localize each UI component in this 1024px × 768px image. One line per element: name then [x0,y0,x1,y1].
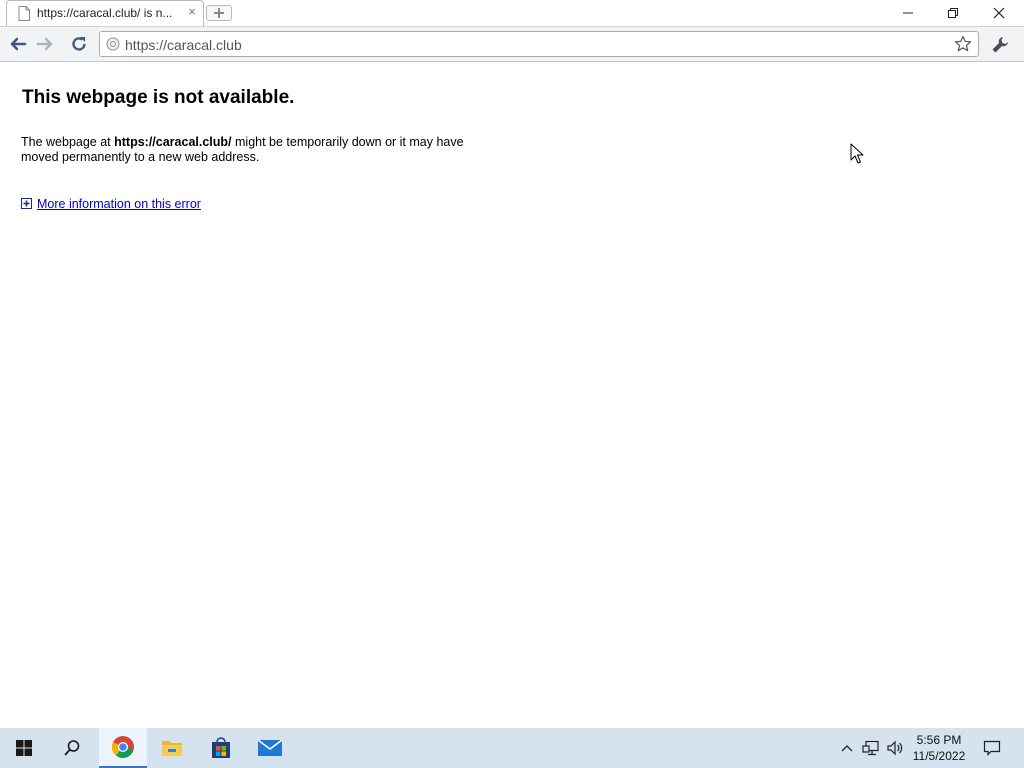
restore-button[interactable] [930,0,975,26]
globe-icon [106,37,120,51]
notification-icon [983,740,1001,756]
show-hidden-icons-button[interactable] [838,738,856,758]
network-icon [862,740,879,756]
browser-toolbar: https://caracal.club [0,26,1024,62]
file-explorer-icon [162,741,182,756]
close-icon [993,7,1004,19]
start-button[interactable] [0,728,48,768]
back-button[interactable] [6,32,30,56]
network-button[interactable] [860,738,882,758]
taskbar-store[interactable] [197,728,245,768]
back-arrow-icon [10,37,27,51]
windows-start-icon [16,740,32,756]
tab-title: https://caracal.club/ is n... [37,6,173,20]
minimize-button[interactable] [885,0,930,26]
address-text[interactable]: https://caracal.club [125,37,242,53]
chrome-icon [111,736,134,758]
notifications-button[interactable] [980,738,1004,758]
store-icon [212,737,230,758]
taskbar-chrome[interactable] [99,728,147,768]
taskbar-mail[interactable] [246,728,294,768]
mail-icon [257,739,283,756]
error-url: https://caracal.club/ [114,135,232,149]
error-text-prefix: The webpage at [21,135,115,149]
clock-date: 11/5/2022 [912,749,966,763]
volume-button[interactable] [884,738,906,758]
title-bar: https://caracal.club/ is n... × [0,0,1024,26]
page-content: This webpage is not available. The webpa… [0,62,1024,728]
search-button[interactable] [48,728,96,768]
wrench-icon[interactable] [990,35,1010,55]
tab-close-button[interactable]: × [185,5,199,19]
volume-icon [887,740,903,756]
new-tab-button[interactable] [206,5,232,21]
close-window-button[interactable] [976,0,1021,26]
chevron-up-icon [841,745,853,752]
star-icon[interactable] [954,35,972,53]
search-icon [64,740,80,756]
plus-icon [214,8,224,18]
browser-tab[interactable]: https://caracal.club/ is n... × [6,0,204,26]
clock-time: 5:56 PM [916,733,962,747]
address-bar[interactable]: https://caracal.club [99,31,979,57]
taskbar-file-explorer[interactable] [148,728,196,768]
clock[interactable]: 5:56 PM 11/5/2022 [905,732,973,766]
forward-button[interactable] [33,32,57,56]
reload-button[interactable] [67,32,91,56]
document-icon [18,6,30,21]
taskbar: 5:56 PM 11/5/2022 [0,728,1024,768]
forward-arrow-icon [36,37,53,51]
minimize-icon [902,12,913,14]
restore-icon [947,8,958,18]
more-info-link[interactable]: More information on this error [37,197,201,211]
reload-icon [72,37,86,51]
error-description: The webpage at https://caracal.club/ mig… [21,135,501,165]
error-title: This webpage is not available. [22,87,295,108]
expand-plus-icon[interactable] [21,198,32,209]
mouse-cursor-icon [850,143,864,164]
